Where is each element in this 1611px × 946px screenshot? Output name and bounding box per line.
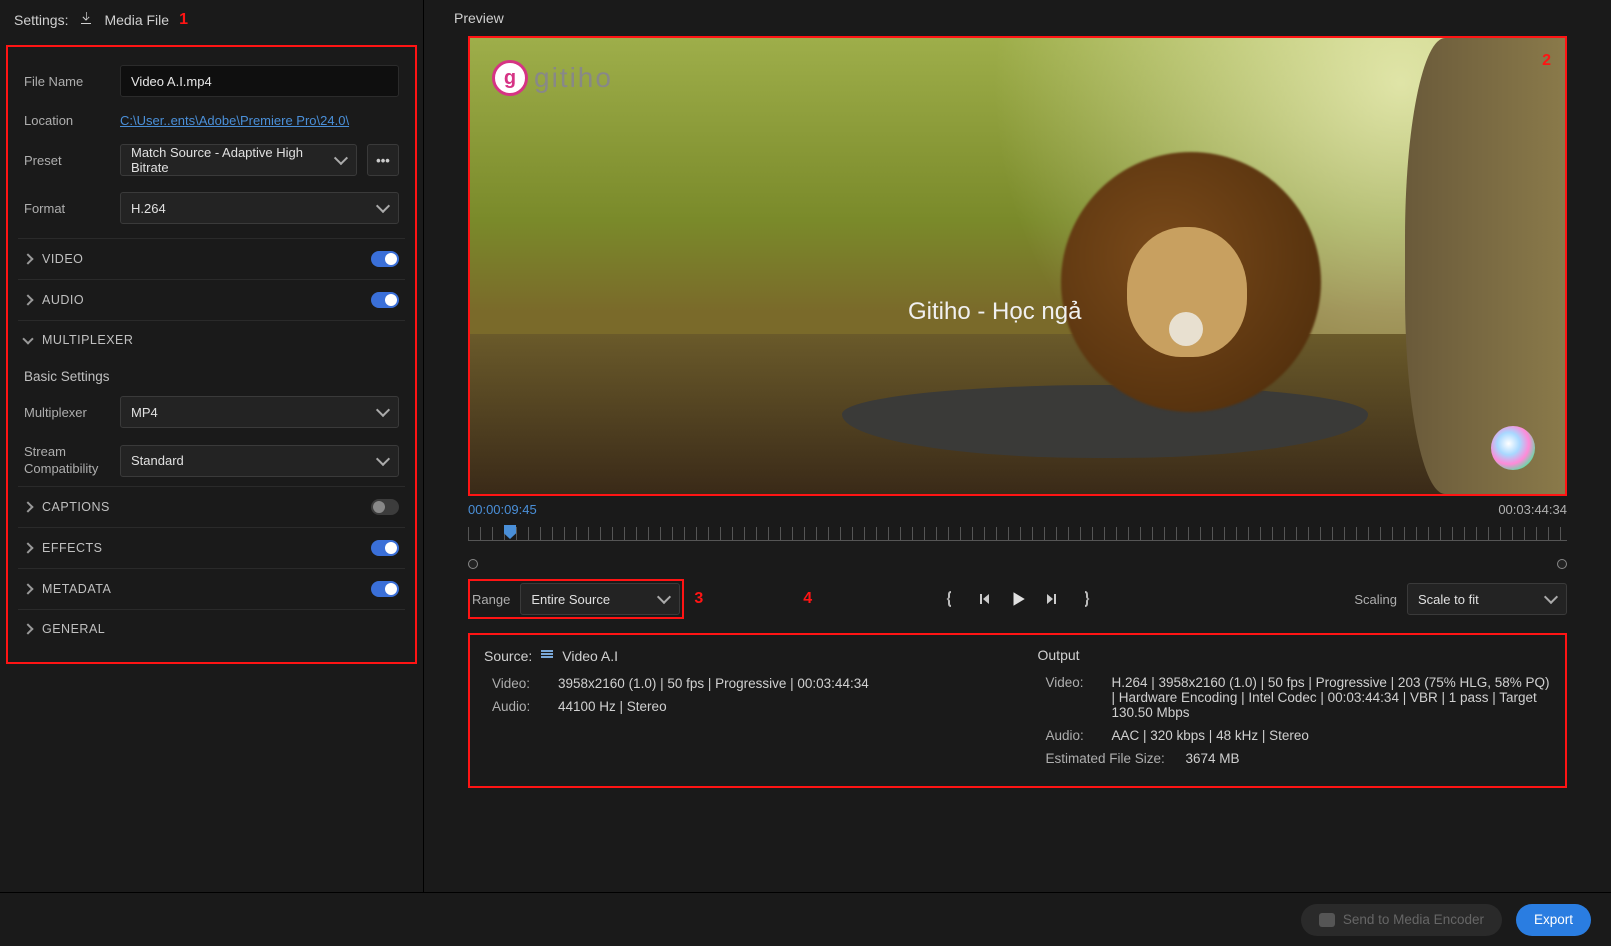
basic-settings-label: Basic Settings — [18, 359, 405, 388]
multiplexer-value: MP4 — [131, 405, 158, 420]
chevron-down-icon — [376, 452, 390, 466]
overlay-title-text: Gitiho - Học ngả — [908, 298, 1081, 326]
source-video-label: Video: — [492, 676, 548, 691]
mark-in-icon[interactable] — [940, 589, 960, 609]
section-metadata-title: METADATA — [42, 582, 111, 596]
play-icon[interactable] — [1008, 589, 1028, 609]
preset-select[interactable]: Match Source - Adaptive High Bitrate — [120, 144, 357, 176]
source-sequence-icon — [540, 647, 554, 664]
section-general[interactable]: GENERAL — [18, 609, 405, 648]
mark-out-icon[interactable] — [1076, 589, 1096, 609]
chevron-down-icon — [657, 590, 671, 604]
chevron-down-icon — [1544, 590, 1558, 604]
est-size-label: Estimated File Size: — [1046, 751, 1176, 766]
preset-label: Preset — [24, 153, 110, 168]
step-forward-icon[interactable] — [1042, 589, 1062, 609]
preview-header: Preview — [434, 0, 1601, 36]
preset-more-button[interactable]: ••• — [367, 144, 399, 176]
timecode-duration: 00:03:44:34 — [1498, 502, 1567, 517]
section-captions-title: CAPTIONS — [42, 500, 110, 514]
range-label: Range — [472, 592, 510, 607]
scaling-select[interactable]: Scale to fit — [1407, 583, 1567, 615]
timeline-ruler[interactable] — [468, 527, 1567, 551]
section-video-title: VIDEO — [42, 252, 83, 266]
chevron-down-icon — [22, 333, 33, 344]
location-label: Location — [24, 113, 110, 128]
send-to-media-encoder-button: Send to Media Encoder — [1301, 904, 1502, 936]
multiplexer-field-label: Multiplexer — [24, 405, 110, 420]
source-audio-value: 44100 Hz | Stereo — [558, 699, 998, 714]
watermark-logo-text: gitiho — [534, 62, 613, 94]
preset-value: Match Source - Adaptive High Bitrate — [131, 145, 336, 175]
format-value: H.264 — [131, 201, 166, 216]
annotation-marker-1: 1 — [179, 11, 188, 29]
output-label: Output — [1038, 647, 1080, 663]
chevron-right-icon — [22, 294, 33, 305]
chevron-right-icon — [22, 253, 33, 264]
preview-viewport[interactable]: g gitiho Gitiho - Học ngả 2 — [468, 36, 1567, 496]
step-back-icon[interactable] — [974, 589, 994, 609]
chevron-down-icon — [376, 403, 390, 417]
source-label: Source: — [484, 648, 532, 664]
section-effects[interactable]: EFFECTS — [18, 527, 405, 568]
location-link[interactable]: C:\User..ents\Adobe\Premiere Pro\24.0\ — [120, 113, 349, 128]
media-file-label: Media File — [104, 12, 169, 28]
toggle-effects[interactable] — [371, 540, 399, 556]
source-audio-label: Audio: — [492, 699, 548, 714]
output-audio-label: Audio: — [1046, 728, 1102, 743]
annotation-marker-4: 4 — [803, 590, 812, 608]
file-name-label: File Name — [24, 74, 110, 89]
format-label: Format — [24, 201, 110, 216]
section-metadata[interactable]: METADATA — [18, 568, 405, 609]
toggle-captions[interactable] — [371, 499, 399, 515]
toggle-metadata[interactable] — [371, 581, 399, 597]
source-video-value: 3958x2160 (1.0) | 50 fps | Progressive |… — [558, 676, 998, 691]
export-button[interactable]: Export — [1516, 904, 1591, 936]
section-captions[interactable]: CAPTIONS — [18, 486, 405, 527]
stream-compat-select[interactable]: Standard — [120, 445, 399, 477]
est-size-value: 3674 MB — [1186, 751, 1552, 766]
stream-compat-value: Standard — [131, 453, 184, 468]
scaling-value: Scale to fit — [1418, 592, 1479, 607]
chevron-down-icon — [376, 199, 390, 213]
scaling-label: Scaling — [1354, 592, 1397, 607]
section-video[interactable]: VIDEO — [18, 238, 405, 279]
section-audio[interactable]: AUDIO — [18, 279, 405, 320]
chevron-right-icon — [22, 623, 33, 634]
section-general-title: GENERAL — [42, 622, 105, 636]
range-slider[interactable] — [468, 559, 1567, 565]
toggle-audio[interactable] — [371, 292, 399, 308]
section-audio-title: AUDIO — [42, 293, 84, 307]
section-multiplexer[interactable]: MULTIPLEXER — [18, 320, 405, 359]
send-label: Send to Media Encoder — [1343, 912, 1484, 927]
lens-flare-icon — [1491, 426, 1535, 470]
toggle-video[interactable] — [371, 251, 399, 267]
range-select[interactable]: Entire Source — [520, 583, 680, 615]
output-video-value: H.264 | 3958x2160 (1.0) | 50 fps | Progr… — [1112, 675, 1552, 720]
export-label: Export — [1534, 912, 1573, 927]
file-name-input[interactable] — [120, 65, 399, 97]
output-video-label: Video: — [1046, 675, 1102, 720]
source-name: Video A.I — [562, 648, 618, 664]
format-select[interactable]: H.264 — [120, 192, 399, 224]
stream-compat-label: Stream Compatibility — [24, 444, 110, 478]
timecode-current[interactable]: 00:00:09:45 — [468, 502, 537, 517]
import-icon[interactable] — [78, 10, 94, 29]
output-audio-value: AAC | 320 kbps | 48 kHz | Stereo — [1112, 728, 1552, 743]
multiplexer-select[interactable]: MP4 — [120, 396, 399, 428]
annotation-marker-3: 3 — [694, 590, 703, 608]
summary-panel: Source: Video A.I Video: 3958x2160 (1.0)… — [468, 633, 1567, 788]
annotation-marker-2: 2 — [1542, 52, 1551, 70]
chevron-right-icon — [22, 542, 33, 553]
range-value: Entire Source — [531, 592, 610, 607]
section-multiplexer-title: MULTIPLEXER — [42, 333, 133, 347]
settings-panel: File Name Location C:\User..ents\Adobe\P… — [6, 45, 417, 664]
settings-label: Settings: — [14, 12, 68, 28]
chevron-right-icon — [22, 501, 33, 512]
section-effects-title: EFFECTS — [42, 541, 102, 555]
watermark-logo-icon: g — [492, 60, 528, 96]
chevron-right-icon — [22, 583, 33, 594]
media-encoder-icon — [1319, 913, 1335, 927]
